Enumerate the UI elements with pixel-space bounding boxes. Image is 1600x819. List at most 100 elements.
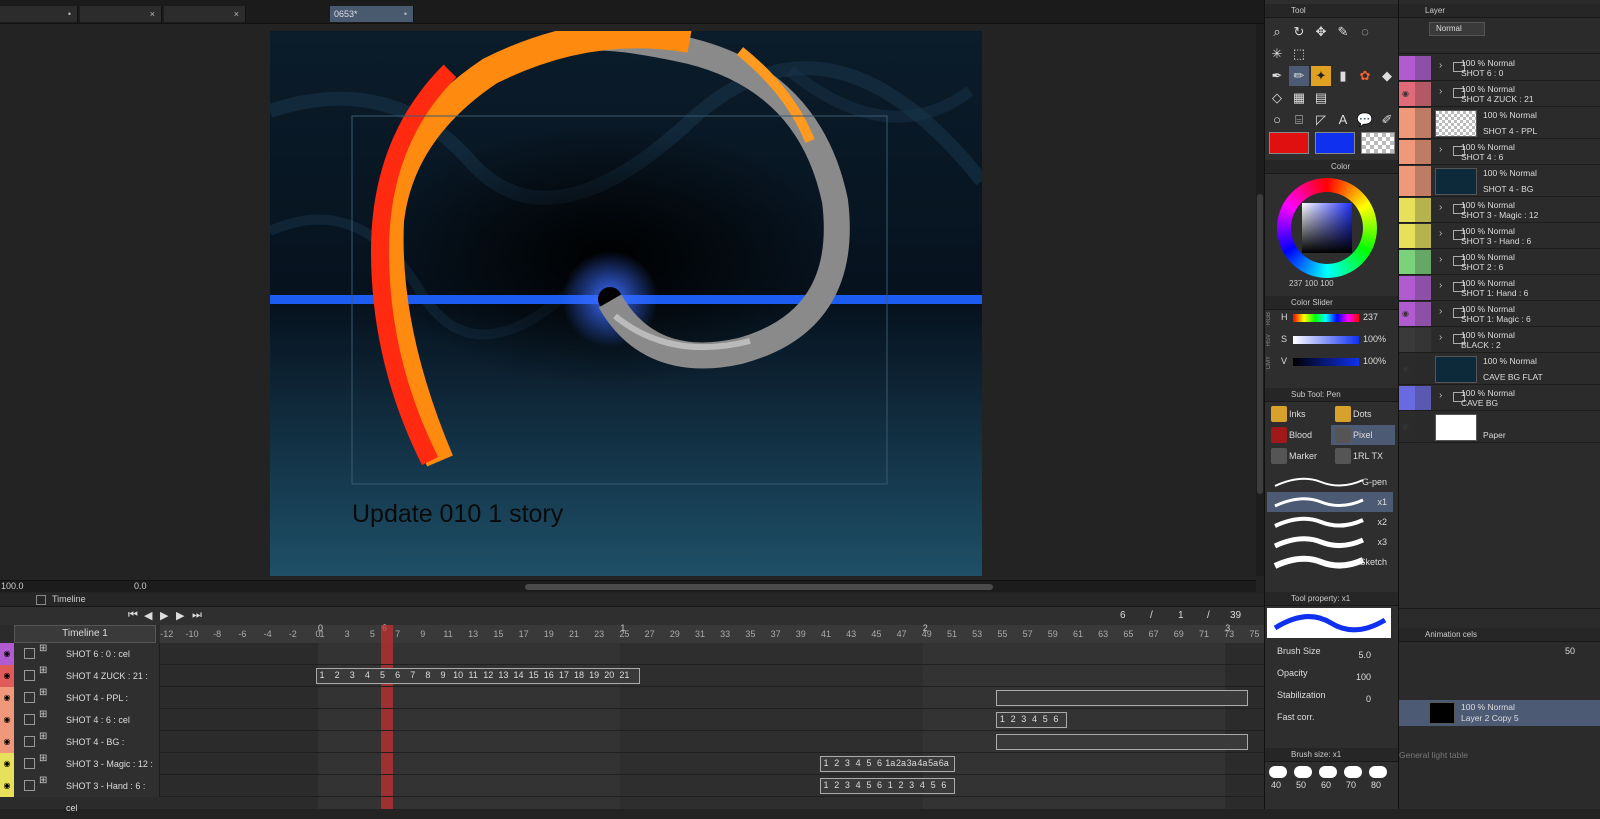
layer-row[interactable]: › 100 % Normal SHOT 4 : 6: [1399, 140, 1600, 165]
expand-icon[interactable]: ⊞: [39, 731, 47, 742]
timeline-selector[interactable]: Timeline 1: [14, 625, 156, 643]
eye-icon[interactable]: ◉: [0, 709, 14, 731]
track-checkbox[interactable]: [24, 692, 35, 703]
eye-icon[interactable]: ◉: [0, 687, 14, 709]
brush-size-dot[interactable]: [1319, 766, 1337, 778]
eye-icon[interactable]: ◉: [1402, 309, 1409, 318]
layer-row[interactable]: ◉ › 100 % Normal SHOT 1: Magic : 6: [1399, 302, 1600, 327]
onion-opacity[interactable]: 50: [1565, 646, 1575, 656]
lasso-icon[interactable]: ◌: [1355, 22, 1375, 42]
grid-icon[interactable]: ▦: [1289, 88, 1309, 108]
expand-icon[interactable]: ⊞: [39, 665, 47, 676]
doc-tab[interactable]: •: [0, 6, 78, 22]
track-checkbox[interactable]: [24, 758, 35, 769]
eye-icon[interactable]: ◉: [0, 665, 14, 687]
layer-row[interactable]: › 100 % Normal CAVE BG: [1399, 386, 1600, 411]
slider-value[interactable]: 237: [1363, 312, 1378, 322]
brush-item[interactable]: G-pen: [1267, 472, 1393, 492]
ruler-tool-icon[interactable]: ◸: [1311, 110, 1331, 130]
track-checkbox[interactable]: [24, 648, 35, 659]
balloon-tool-icon[interactable]: 💬: [1355, 110, 1375, 130]
layer-row[interactable]: 100 % Normal SHOT 4 - BG: [1399, 166, 1600, 197]
expand-arrow-icon[interactable]: ›: [1439, 60, 1442, 71]
property-value[interactable]: 0: [1366, 694, 1371, 704]
last-frame-icon[interactable]: ⏭: [192, 609, 202, 622]
pencil-tool-icon[interactable]: ✏: [1289, 66, 1309, 86]
play-icon[interactable]: ▶: [160, 609, 168, 622]
magic-wand-icon[interactable]: ✳: [1267, 44, 1287, 64]
canvas-vertical-scrollbar[interactable]: [1256, 24, 1264, 576]
figure-tool-icon[interactable]: ○: [1267, 110, 1287, 130]
expand-arrow-icon[interactable]: ›: [1439, 86, 1442, 97]
subtool-item[interactable]: Dots: [1331, 404, 1395, 424]
gradient-icon[interactable]: ▤: [1311, 88, 1331, 108]
color-wheel[interactable]: [1277, 178, 1377, 278]
brush-size-dot[interactable]: [1344, 766, 1362, 778]
expand-icon[interactable]: ⊞: [39, 775, 47, 786]
track-checkbox[interactable]: [24, 736, 35, 747]
brush-size-dot[interactable]: [1269, 766, 1287, 778]
layer-row[interactable]: › 100 % Normal SHOT 6 : 0: [1399, 56, 1600, 81]
expand-arrow-icon[interactable]: ›: [1439, 280, 1442, 291]
fill-tool-icon[interactable]: ◆: [1377, 66, 1397, 86]
eye-icon[interactable]: ◉: [1402, 422, 1409, 431]
tab-close-icon[interactable]: •: [404, 6, 407, 22]
first-frame-icon[interactable]: ⏮: [128, 609, 138, 622]
layer-row[interactable]: › 100 % Normal BLACK : 2: [1399, 328, 1600, 353]
empty-cel-bar[interactable]: [996, 734, 1249, 750]
artwork-canvas[interactable]: Update 010 1 story: [270, 31, 982, 576]
rotation-value[interactable]: 0.0: [134, 581, 147, 591]
main-color-swatch[interactable]: [1269, 132, 1309, 154]
expand-icon[interactable]: ⊞: [39, 643, 47, 654]
brush-item[interactable]: x2: [1267, 512, 1393, 532]
color-mode-tab[interactable]: CMY: [1266, 356, 1272, 369]
timeline-track[interactable]: ◉ SHOT 4 : 6 : cel ⊞: [0, 709, 1264, 731]
subtool-item[interactable]: Inks: [1267, 404, 1331, 424]
layer-row[interactable]: ◉ Paper: [1399, 412, 1600, 443]
expand-icon[interactable]: ⊞: [39, 709, 47, 720]
next-frame-icon[interactable]: ▶: [176, 609, 184, 622]
decoration-tool-icon[interactable]: ✿: [1355, 66, 1375, 86]
subtool-item[interactable]: 1RL TX: [1331, 446, 1395, 466]
expand-arrow-icon[interactable]: ›: [1439, 202, 1442, 213]
layer-row[interactable]: ◉ 100 % Normal CAVE BG FLAT: [1399, 354, 1600, 385]
transparent-swatch[interactable]: [1361, 132, 1395, 154]
eye-icon[interactable]: ◉: [1402, 89, 1409, 98]
doc-tab[interactable]: ×: [164, 6, 246, 22]
frame-tool-icon[interactable]: ⌸: [1289, 110, 1309, 130]
track-checkbox[interactable]: [24, 714, 35, 725]
brush-item[interactable]: Sketch: [1267, 552, 1393, 572]
eye-icon[interactable]: ◉: [0, 775, 14, 797]
tab-close-icon[interactable]: •: [68, 6, 71, 22]
property-value[interactable]: 100: [1356, 672, 1371, 682]
expand-arrow-icon[interactable]: ›: [1439, 228, 1442, 239]
anim-cel-layer[interactable]: 100 % Normal Layer 2 Copy 5: [1399, 700, 1600, 726]
layer-row[interactable]: ◉ › 100 % Normal SHOT 4 ZUCK : 21: [1399, 82, 1600, 107]
zoom-tool-icon[interactable]: ⌕: [1267, 22, 1287, 42]
text-tool-icon[interactable]: A: [1333, 110, 1353, 130]
subtool-item[interactable]: Marker: [1267, 446, 1331, 466]
expand-icon[interactable]: ⊞: [39, 687, 47, 698]
brush-tool-icon[interactable]: ✦: [1311, 66, 1331, 86]
empty-cel-bar[interactable]: [996, 690, 1249, 706]
prev-frame-icon[interactable]: ◀: [144, 609, 152, 622]
timeline-track[interactable]: ◉SHOT 3 - Magic : 12 : cel⊞: [0, 753, 1264, 791]
doc-tab[interactable]: ×: [80, 6, 162, 22]
saturation-value-square[interactable]: [1302, 203, 1352, 253]
timeline-track[interactable]: ◉ SHOT 6 : 0 : cel ⊞: [0, 643, 1264, 665]
zoom-value[interactable]: 100.0: [1, 581, 24, 591]
canvas-horizontal-scrollbar[interactable]: [525, 584, 993, 590]
correct-line-icon[interactable]: ✐: [1377, 110, 1397, 130]
expand-arrow-icon[interactable]: ›: [1439, 254, 1442, 265]
expand-arrow-icon[interactable]: ›: [1439, 144, 1442, 155]
eyedropper-icon[interactable]: ✎: [1333, 22, 1353, 42]
slider-value[interactable]: 100%: [1363, 356, 1386, 366]
eye-icon[interactable]: ◉: [0, 731, 14, 753]
track-label[interactable]: SHOT 4 : 6 : cel: [14, 709, 160, 731]
expand-icon[interactable]: ⊞: [39, 753, 47, 764]
expand-arrow-icon[interactable]: ›: [1439, 306, 1442, 317]
layer-row[interactable]: 100 % Normal SHOT 4 - PPL: [1399, 108, 1600, 139]
layer-row[interactable]: › 100 % Normal SHOT 3 - Magic : 12: [1399, 198, 1600, 223]
track-label[interactable]: SHOT 3 - Hand : 6 : cel: [14, 775, 160, 813]
expand-arrow-icon[interactable]: ›: [1439, 332, 1442, 343]
